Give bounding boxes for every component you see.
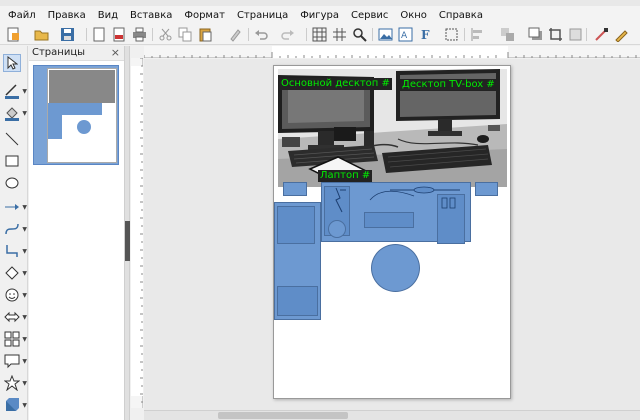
line-icon[interactable] [3, 130, 21, 148]
page-thumbnail[interactable] [33, 65, 119, 165]
menu-bar: Файл Правка Вид Вставка Формат Страница … [0, 6, 640, 24]
3d-objects-icon[interactable]: ▼ [3, 396, 27, 414]
line-color-icon[interactable]: ▼ [3, 82, 27, 100]
connector-icon[interactable]: ▼ [3, 242, 27, 260]
close-icon[interactable]: × [111, 46, 120, 59]
svg-text:A: A [401, 31, 408, 41]
laptop-label[interactable]: Лаптоп # [318, 170, 373, 182]
drawing-page[interactable]: Основной десктоп # Десктоп TV-box # Лапт… [273, 65, 511, 399]
transform-icon[interactable] [444, 27, 459, 42]
drawing-canvas[interactable]: Основной десктоп # Десктоп TV-box # Лапт… [144, 59, 640, 410]
basic-shapes-icon[interactable]: ▼ [3, 264, 27, 282]
paste-icon[interactable] [198, 27, 213, 42]
export-icon[interactable] [92, 27, 107, 42]
menu-page[interactable]: Страница [231, 10, 294, 21]
pages-panel: Страницы × [29, 46, 125, 420]
copy-icon[interactable] [178, 27, 193, 42]
flowchart-icon[interactable]: ▼ [3, 330, 27, 348]
save-icon[interactable] [60, 27, 75, 42]
left-desk-top-box[interactable] [277, 206, 315, 244]
grid-icon[interactable] [312, 27, 327, 42]
arrow-line-icon[interactable]: ▼ [3, 198, 27, 216]
main-desktop-label[interactable]: Основной десктоп # [279, 78, 392, 90]
pdf-icon[interactable] [112, 27, 127, 42]
vertical-ruler[interactable] [131, 58, 143, 408]
svg-text:F: F [421, 28, 430, 42]
standard-toolbar: A F [0, 24, 640, 45]
stars-icon[interactable]: ▼ [3, 374, 27, 392]
fontwork-icon[interactable]: F [418, 27, 433, 42]
menu-shape[interactable]: Фигура [294, 10, 345, 21]
align-icon[interactable] [470, 27, 485, 42]
ellipse-icon[interactable] [3, 174, 21, 192]
clone-formatting-icon[interactable] [228, 27, 243, 42]
symbol-shapes-icon[interactable]: ▼ [3, 286, 27, 304]
arrange-icon[interactable] [500, 27, 515, 42]
shadow-icon[interactable] [528, 27, 543, 42]
select-icon[interactable] [3, 54, 21, 72]
undo-icon[interactable] [254, 27, 269, 42]
open-folder-icon[interactable] [34, 27, 49, 42]
menu-window[interactable]: Окно [394, 10, 433, 21]
curve-icon[interactable]: ▼ [3, 220, 27, 238]
image-icon[interactable] [378, 27, 393, 42]
scrollbar-thumb[interactable] [218, 412, 348, 419]
large-circle[interactable] [371, 244, 420, 292]
menu-format[interactable]: Формат [178, 10, 231, 21]
helplines-icon[interactable] [332, 27, 347, 42]
panel-splitter[interactable] [125, 46, 130, 420]
small-rect-left[interactable] [283, 182, 307, 196]
menu-tools[interactable]: Сервис [345, 10, 394, 21]
menu-insert[interactable]: Вставка [124, 10, 178, 21]
splitter-grip[interactable] [125, 221, 130, 261]
pages-panel-header: Страницы × [29, 46, 124, 61]
small-circle[interactable] [328, 220, 346, 238]
horizontal-ruler[interactable] [144, 46, 640, 58]
menu-edit[interactable]: Правка [42, 10, 92, 21]
crop-icon[interactable] [548, 27, 563, 42]
desk-photo[interactable]: Основной десктоп # Десктоп TV-box # Лапт… [278, 69, 507, 187]
redo-icon[interactable] [280, 27, 295, 42]
menu-help[interactable]: Справка [433, 10, 489, 21]
menu-view[interactable]: Вид [92, 10, 124, 21]
block-arrows-icon[interactable]: ▼ [3, 308, 27, 326]
drawing-toolbar: ▼ ▼ ▼ ▼ ▼ ▼ ▼ ▼ ▼ ▼ ▼ ▼ [0, 46, 28, 420]
zoom-icon[interactable] [352, 27, 367, 42]
print-icon[interactable] [132, 27, 147, 42]
tvbox-desktop-label[interactable]: Десктоп TV-box # [400, 79, 497, 91]
thumbnail-preview [47, 68, 117, 163]
points-icon[interactable] [594, 27, 609, 42]
fill-color-icon[interactable]: ▼ [3, 104, 27, 122]
cut-icon[interactable] [158, 27, 173, 42]
glue-points-icon[interactable] [614, 27, 629, 43]
left-desk-bottom-box[interactable] [277, 286, 318, 316]
desk-right-unit[interactable] [437, 194, 465, 244]
small-rect-right[interactable] [475, 182, 498, 196]
rectangle-icon[interactable] [3, 152, 21, 170]
pages-panel-title: Страницы [32, 47, 86, 58]
filter-icon[interactable] [568, 27, 583, 42]
new-document-icon[interactable] [6, 27, 21, 42]
desk-keyboard-rect[interactable] [364, 212, 414, 228]
menu-file[interactable]: Файл [2, 10, 42, 21]
textbox-icon[interactable]: A [398, 27, 413, 42]
callout-icon[interactable]: ▼ [3, 352, 27, 370]
horizontal-scrollbar[interactable] [144, 410, 640, 420]
